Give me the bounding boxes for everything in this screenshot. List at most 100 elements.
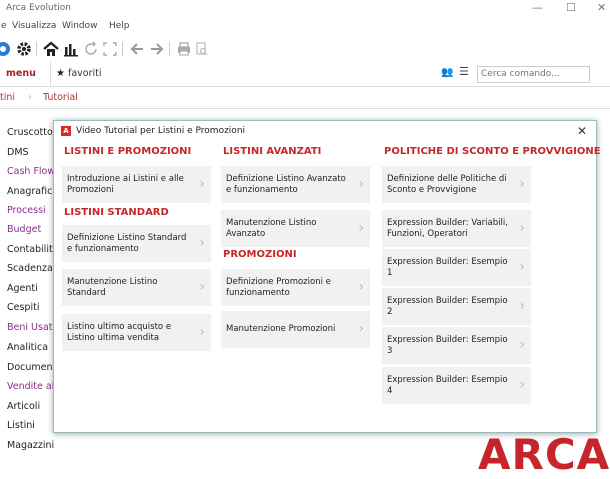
chevron-right-icon: ›: [358, 279, 364, 295]
sidebar-item[interactable]: Cruscotto: [7, 127, 53, 138]
tutorial-card-label: Listino ultimo acquisto e Listino ultima…: [67, 321, 172, 343]
section-heading: LISTINI AVANZATI: [223, 146, 322, 157]
section-heading: POLITICHE DI SCONTO E PROVVIGIONE: [384, 146, 601, 157]
back-arrow-icon[interactable]: [128, 40, 146, 58]
sidebar-item[interactable]: Analitica: [7, 342, 48, 353]
list-menu-icon[interactable]: ☰: [459, 65, 469, 78]
sidebar-item[interactable]: Cash Flow: [7, 166, 55, 177]
menu-help[interactable]: Help: [109, 21, 130, 31]
print-preview-icon[interactable]: [193, 40, 211, 58]
tutorial-card[interactable]: Manutenzione Listino Avanzato ›: [221, 210, 370, 247]
tutorial-card[interactable]: Expression Builder: Esempio 1 ›: [382, 249, 531, 286]
tutorial-card[interactable]: Manutenzione Listino Standard ›: [62, 269, 211, 306]
breadcrumb-item[interactable]: tini: [0, 92, 15, 103]
star-icon: ★: [56, 68, 65, 79]
tab-favorites[interactable]: ★ favoriti: [56, 68, 102, 79]
users-icon[interactable]: 👥: [441, 67, 453, 78]
tutorial-card[interactable]: Introduzione ai Listini e alle Promozion…: [62, 166, 211, 203]
close-window-button[interactable]: ✕: [597, 1, 606, 14]
search-input[interactable]: [478, 67, 589, 80]
toolbar-separator: [122, 42, 123, 56]
breadcrumb-separator-icon: ›: [28, 92, 32, 103]
fullscreen-icon[interactable]: [101, 40, 119, 58]
tab-menu-label: menu: [6, 68, 36, 79]
sidebar-item[interactable]: Vendite al: [7, 381, 54, 392]
tab-menu[interactable]: menu: [0, 62, 51, 86]
sidebar-item[interactable]: Documenti: [7, 362, 59, 373]
toolbar-separator: [169, 42, 170, 56]
print-icon[interactable]: [175, 40, 193, 58]
maximize-button[interactable]: ☐: [566, 1, 576, 14]
tab-favorites-label: favoriti: [68, 68, 102, 79]
tabs-row: menu ★ favoriti 👥 ☰: [0, 62, 610, 87]
sidebar-item[interactable]: DMS: [7, 147, 29, 158]
tutorial-card-label: Definizione delle Politiche di Sconto e …: [387, 173, 507, 195]
globe-icon[interactable]: [0, 40, 12, 58]
chevron-right-icon: ›: [519, 176, 525, 192]
chevron-right-icon: ›: [199, 235, 205, 251]
arca-logo: ARCA: [478, 430, 610, 479]
settings-gear-icon[interactable]: [15, 40, 33, 58]
title-bar: Arca Evolution — ☐ ✕: [0, 0, 610, 18]
sidebar-item[interactable]: Budget: [7, 224, 41, 235]
toolbar: [0, 36, 610, 63]
menu-bar: e Visualizza Window Help: [0, 18, 610, 36]
chevron-right-icon: ›: [519, 337, 525, 353]
tutorial-card-label: Manutenzione Listino Standard: [67, 276, 158, 298]
section-heading: LISTINI STANDARD: [64, 207, 169, 218]
tutorial-card[interactable]: Definizione Promozioni e funzionamento ›: [221, 269, 370, 306]
home-icon[interactable]: [42, 40, 60, 58]
sidebar-item[interactable]: Cespiti: [7, 302, 39, 313]
dialog-title-bar: A Video Tutorial per Listini e Promozion…: [61, 126, 245, 136]
tutorial-card[interactable]: Definizione Listino Standard e funzionam…: [62, 225, 211, 262]
sidebar-item[interactable]: Contabilità: [7, 244, 59, 255]
tutorial-card[interactable]: Manutenzione Promozioni ›: [221, 311, 370, 348]
tutorial-card-label: Introduzione ai Listini e alle Promozion…: [67, 173, 184, 195]
section-heading: PROMOZIONI: [223, 249, 297, 260]
menu-window[interactable]: Window: [62, 21, 98, 31]
tutorial-card[interactable]: Expression Builder: Esempio 4 ›: [382, 367, 531, 404]
tutorial-card[interactable]: Definizione delle Politiche di Sconto e …: [382, 166, 531, 203]
dialog-title: Video Tutorial per Listini e Promozioni: [76, 126, 246, 136]
tutorial-card-label: Expression Builder: Esempio 4: [387, 374, 508, 396]
sidebar-item[interactable]: Agenti: [7, 283, 38, 294]
toolbar-separator: [36, 42, 37, 56]
chevron-right-icon: ›: [519, 377, 525, 393]
tutorial-card[interactable]: Listino ultimo acquisto e Listino ultima…: [62, 314, 211, 351]
window-title: Arca Evolution: [6, 3, 71, 13]
sidebar-item[interactable]: Beni Usati: [7, 322, 55, 333]
tutorial-card-label: Expression Builder: Esempio 2: [387, 295, 508, 317]
sidebar-item[interactable]: Processi: [7, 205, 46, 216]
tutorial-card-label: Definizione Listino Avanzato e funzionam…: [226, 173, 346, 195]
sidebar-item[interactable]: Articoli: [7, 401, 40, 412]
tutorial-card[interactable]: Expression Builder: Esempio 3 ›: [382, 327, 531, 364]
menu-visualizza[interactable]: Visualizza: [12, 21, 56, 31]
tutorial-card-label: Manutenzione Promozioni: [226, 324, 336, 334]
close-icon[interactable]: ✕: [577, 124, 587, 138]
menu-file-partial[interactable]: e: [1, 21, 7, 31]
tutorial-card-label: Expression Builder: Variabili, Funzioni,…: [387, 217, 508, 239]
sidebar-item[interactable]: Anagrafici: [7, 186, 55, 197]
chevron-right-icon: ›: [519, 298, 525, 314]
minimize-button[interactable]: —: [532, 1, 543, 14]
tutorial-card[interactable]: Definizione Listino Avanzato e funzionam…: [221, 166, 370, 203]
tutorial-card-label: Expression Builder: Esempio 1: [387, 256, 508, 278]
chart-icon[interactable]: [62, 40, 80, 58]
app-icon: A: [61, 126, 71, 136]
search-box[interactable]: [477, 66, 590, 83]
chevron-right-icon: ›: [519, 259, 525, 275]
sidebar-item[interactable]: Listini: [7, 420, 35, 431]
chevron-right-icon: ›: [519, 220, 525, 236]
chevron-right-icon: ›: [199, 279, 205, 295]
chevron-right-icon: ›: [358, 176, 364, 192]
sidebar-item[interactable]: Magazzini: [7, 440, 54, 451]
breadcrumb-item[interactable]: Tutorial: [43, 92, 78, 103]
tutorial-card-label: Manutenzione Listino Avanzato: [226, 217, 317, 239]
video-tutorial-dialog: A Video Tutorial per Listini e Promozion…: [53, 120, 601, 433]
chevron-right-icon: ›: [199, 324, 205, 340]
tutorial-card[interactable]: Expression Builder: Esempio 2 ›: [382, 288, 531, 325]
chevron-right-icon: ›: [358, 321, 364, 337]
forward-arrow-icon[interactable]: [148, 40, 166, 58]
tutorial-card[interactable]: Expression Builder: Variabili, Funzioni,…: [382, 210, 531, 247]
refresh-icon[interactable]: [82, 40, 100, 58]
